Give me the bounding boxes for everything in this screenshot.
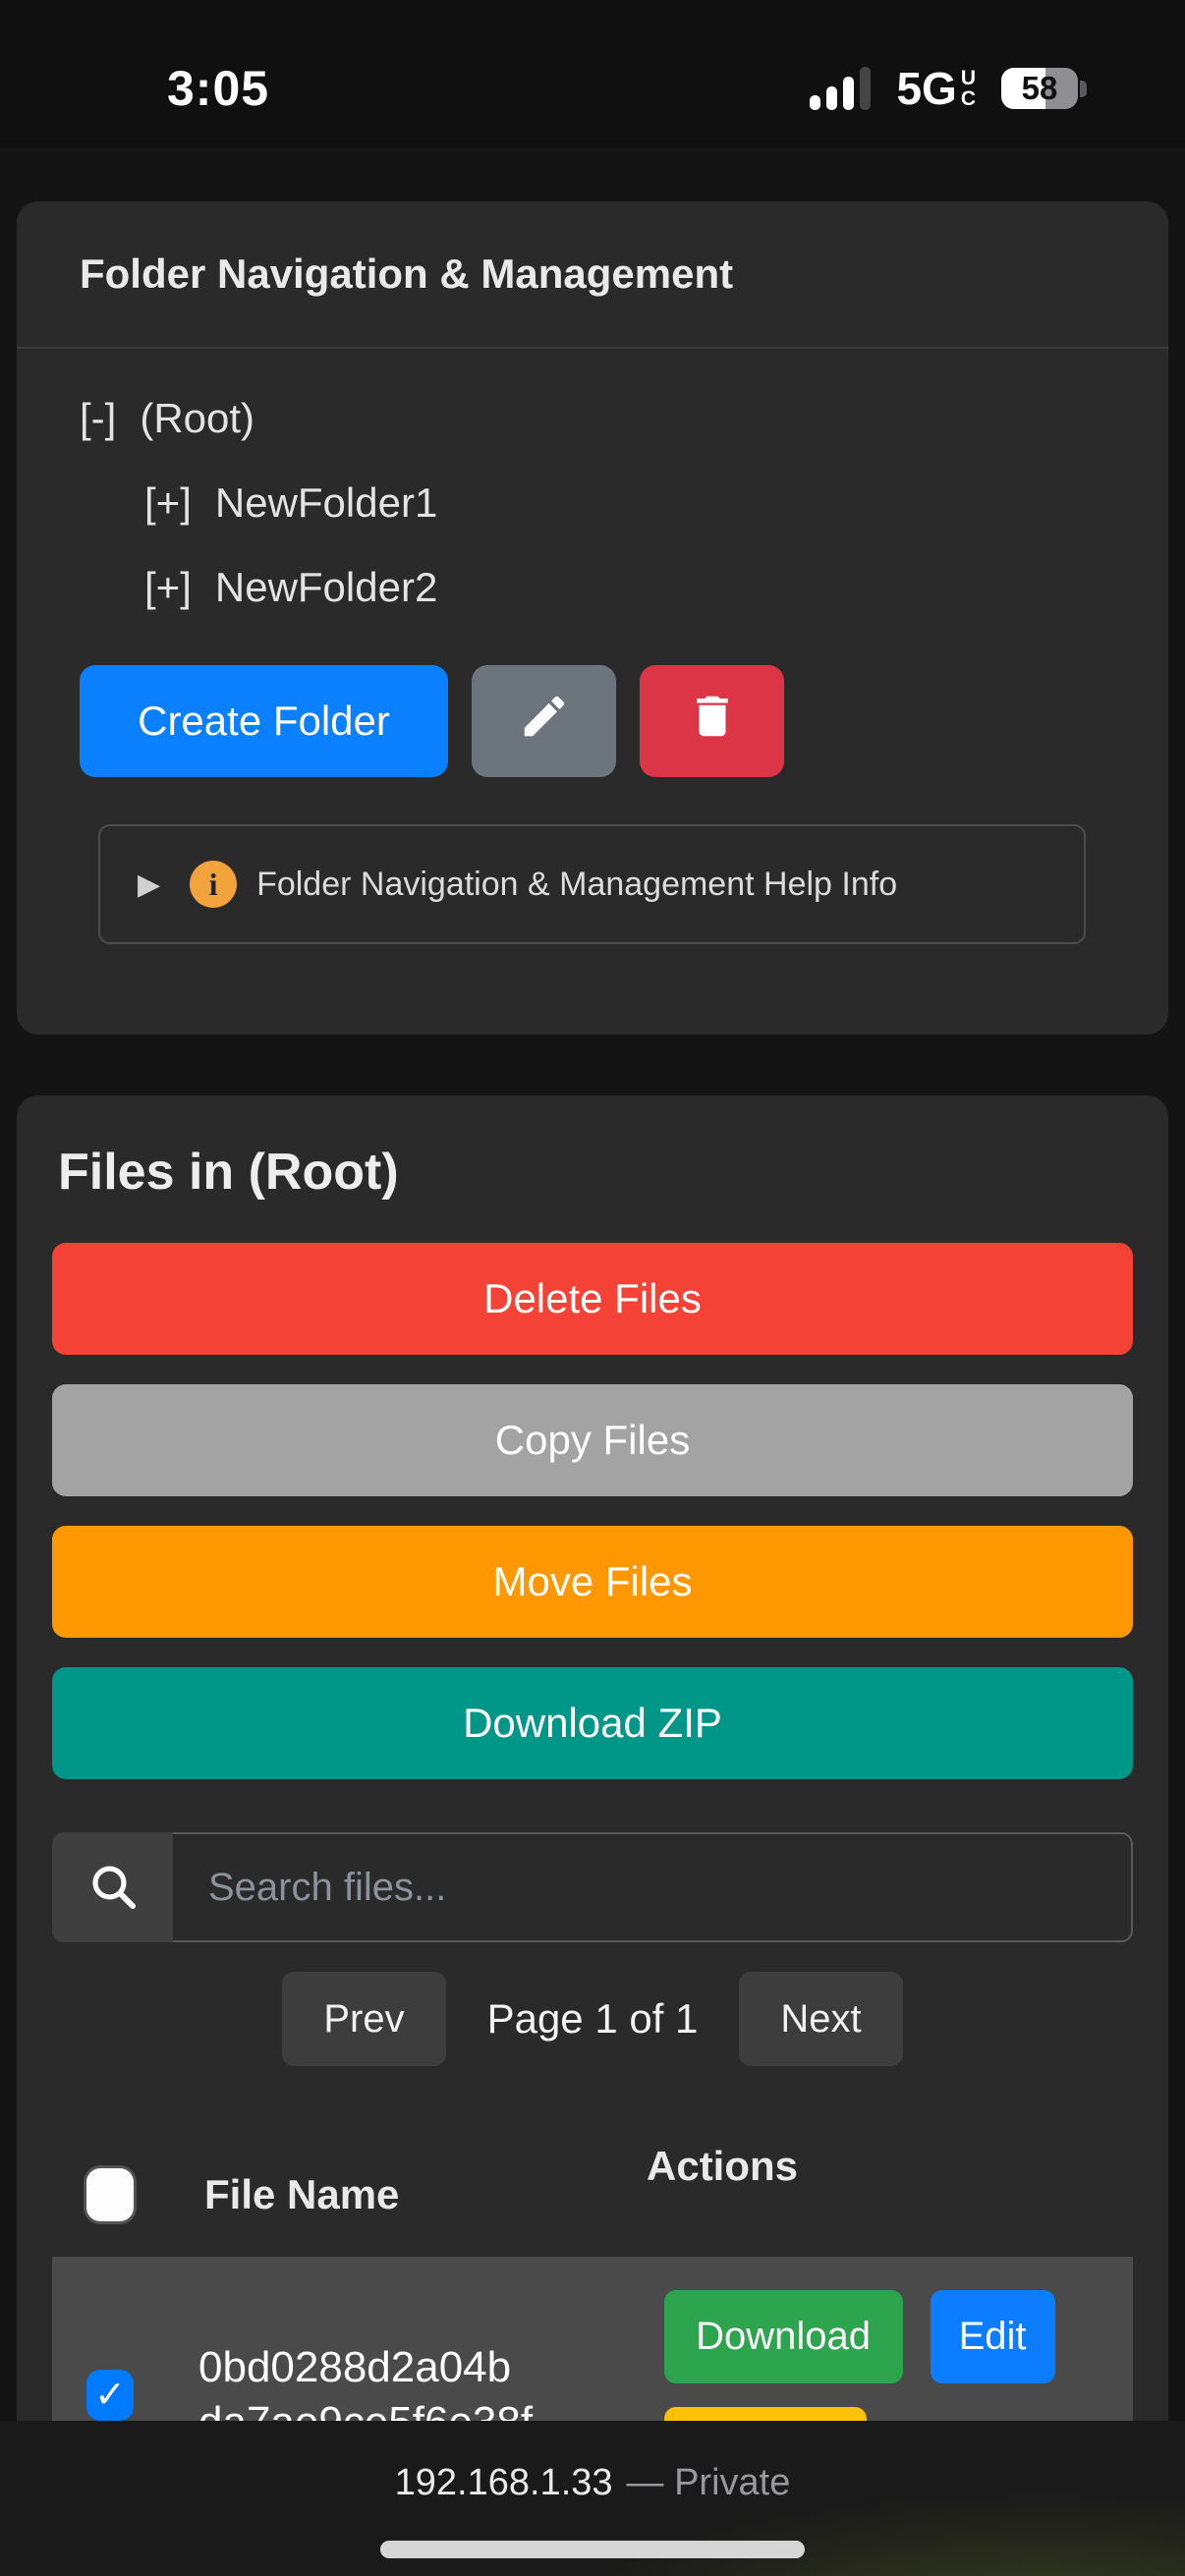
files-card: Files in (Root) Delete Files Copy Files … <box>17 1095 1168 2576</box>
home-indicator[interactable] <box>380 2541 805 2558</box>
help-disclosure[interactable]: ▶ i Folder Navigation & Management Help … <box>98 824 1086 944</box>
files-card-title: Files in (Root) <box>52 1143 1133 1202</box>
folder-tree: [-] (Root) [+] NewFolder1 [+] NewFolder2 <box>80 388 1105 618</box>
pagination: Prev Page 1 of 1 Next <box>52 1972 1133 2066</box>
status-time: 3:05 <box>167 60 269 117</box>
tree-item-newfolder1[interactable]: [+] NewFolder1 <box>144 473 1105 533</box>
tree-item-newfolder2[interactable]: [+] NewFolder2 <box>144 557 1105 618</box>
disclosure-triangle-icon[interactable]: ▶ <box>138 868 160 902</box>
delete-folder-button[interactable] <box>640 665 784 777</box>
network-type-label: 5G U C <box>896 62 976 115</box>
battery-icon: 58 <box>1001 68 1087 109</box>
page-status: Page 1 of 1 <box>487 1995 699 2043</box>
pencil-icon <box>518 690 571 753</box>
create-folder-button[interactable]: Create Folder <box>80 665 448 777</box>
tree-label[interactable]: NewFolder1 <box>215 479 437 527</box>
status-icons: 5G U C 58 <box>810 62 1087 115</box>
iphone-screen: 3:05 5G U C 58 Folder Na <box>0 0 1185 2576</box>
url-text[interactable]: 192.168.1.33 <box>395 2462 613 2504</box>
tree-label[interactable]: (Root) <box>140 395 254 442</box>
tree-toggle-icon[interactable]: [+] <box>144 479 192 527</box>
file-name-header: File Name <box>204 2171 647 2218</box>
battery-percent: 58 <box>1022 70 1058 107</box>
tree-toggle-icon[interactable]: [+] <box>144 564 192 611</box>
delete-files-button[interactable]: Delete Files <box>52 1243 1133 1355</box>
next-page-button[interactable]: Next <box>739 1972 902 2066</box>
prev-page-button[interactable]: Prev <box>282 1972 445 2066</box>
file-table-header: File Name Actions <box>52 2141 1133 2249</box>
move-files-button[interactable]: Move Files <box>52 1526 1133 1638</box>
copy-files-button[interactable]: Copy Files <box>52 1384 1133 1496</box>
browser-bottom-bar: 192.168.1.33 — Private <box>0 2421 1185 2576</box>
tree-toggle-icon[interactable]: [-] <box>80 395 116 442</box>
tree-label[interactable]: NewFolder2 <box>215 564 437 611</box>
check-icon: ✓ <box>94 2377 126 2414</box>
status-bar: 3:05 5G U C 58 <box>0 0 1185 147</box>
trash-icon <box>686 690 739 753</box>
battery-nub <box>1080 81 1087 97</box>
info-icon: i <box>190 861 237 908</box>
rename-folder-button[interactable] <box>472 665 616 777</box>
search-button[interactable] <box>52 1832 173 1942</box>
folder-card: Folder Navigation & Management [-] (Root… <box>17 201 1168 1035</box>
network-5g-label: 5G <box>896 62 956 115</box>
help-summary-text[interactable]: Folder Navigation & Management Help Info <box>256 866 897 904</box>
privacy-label: — Private <box>627 2462 791 2504</box>
edit-button[interactable]: Edit <box>931 2290 1055 2383</box>
select-all-checkbox[interactable] <box>86 2168 134 2221</box>
network-uc-qualifier: U C <box>961 68 976 109</box>
folder-card-header: Folder Navigation & Management <box>17 201 1168 349</box>
tree-item-root[interactable]: [-] (Root) <box>80 388 1105 449</box>
cellular-signal-icon <box>810 67 871 110</box>
download-zip-button[interactable]: Download ZIP <box>52 1667 1133 1779</box>
actions-header: Actions <box>647 2143 798 2190</box>
file-name-line1: 0bd0288d2a04b <box>198 2340 658 2395</box>
browser-url-bar[interactable]: 192.168.1.33 — Private <box>0 2462 1185 2504</box>
search-row <box>52 1832 1133 1942</box>
folder-actions-row: Create Folder <box>80 665 1105 777</box>
row-checkbox[interactable]: ✓ <box>86 2370 134 2421</box>
search-input[interactable] <box>173 1832 1133 1942</box>
folder-card-body: [-] (Root) [+] NewFolder1 [+] NewFolder2… <box>17 349 1168 1035</box>
download-button[interactable]: Download <box>664 2290 903 2383</box>
folder-card-title: Folder Navigation & Management <box>80 251 1105 298</box>
search-icon <box>85 1859 141 1917</box>
